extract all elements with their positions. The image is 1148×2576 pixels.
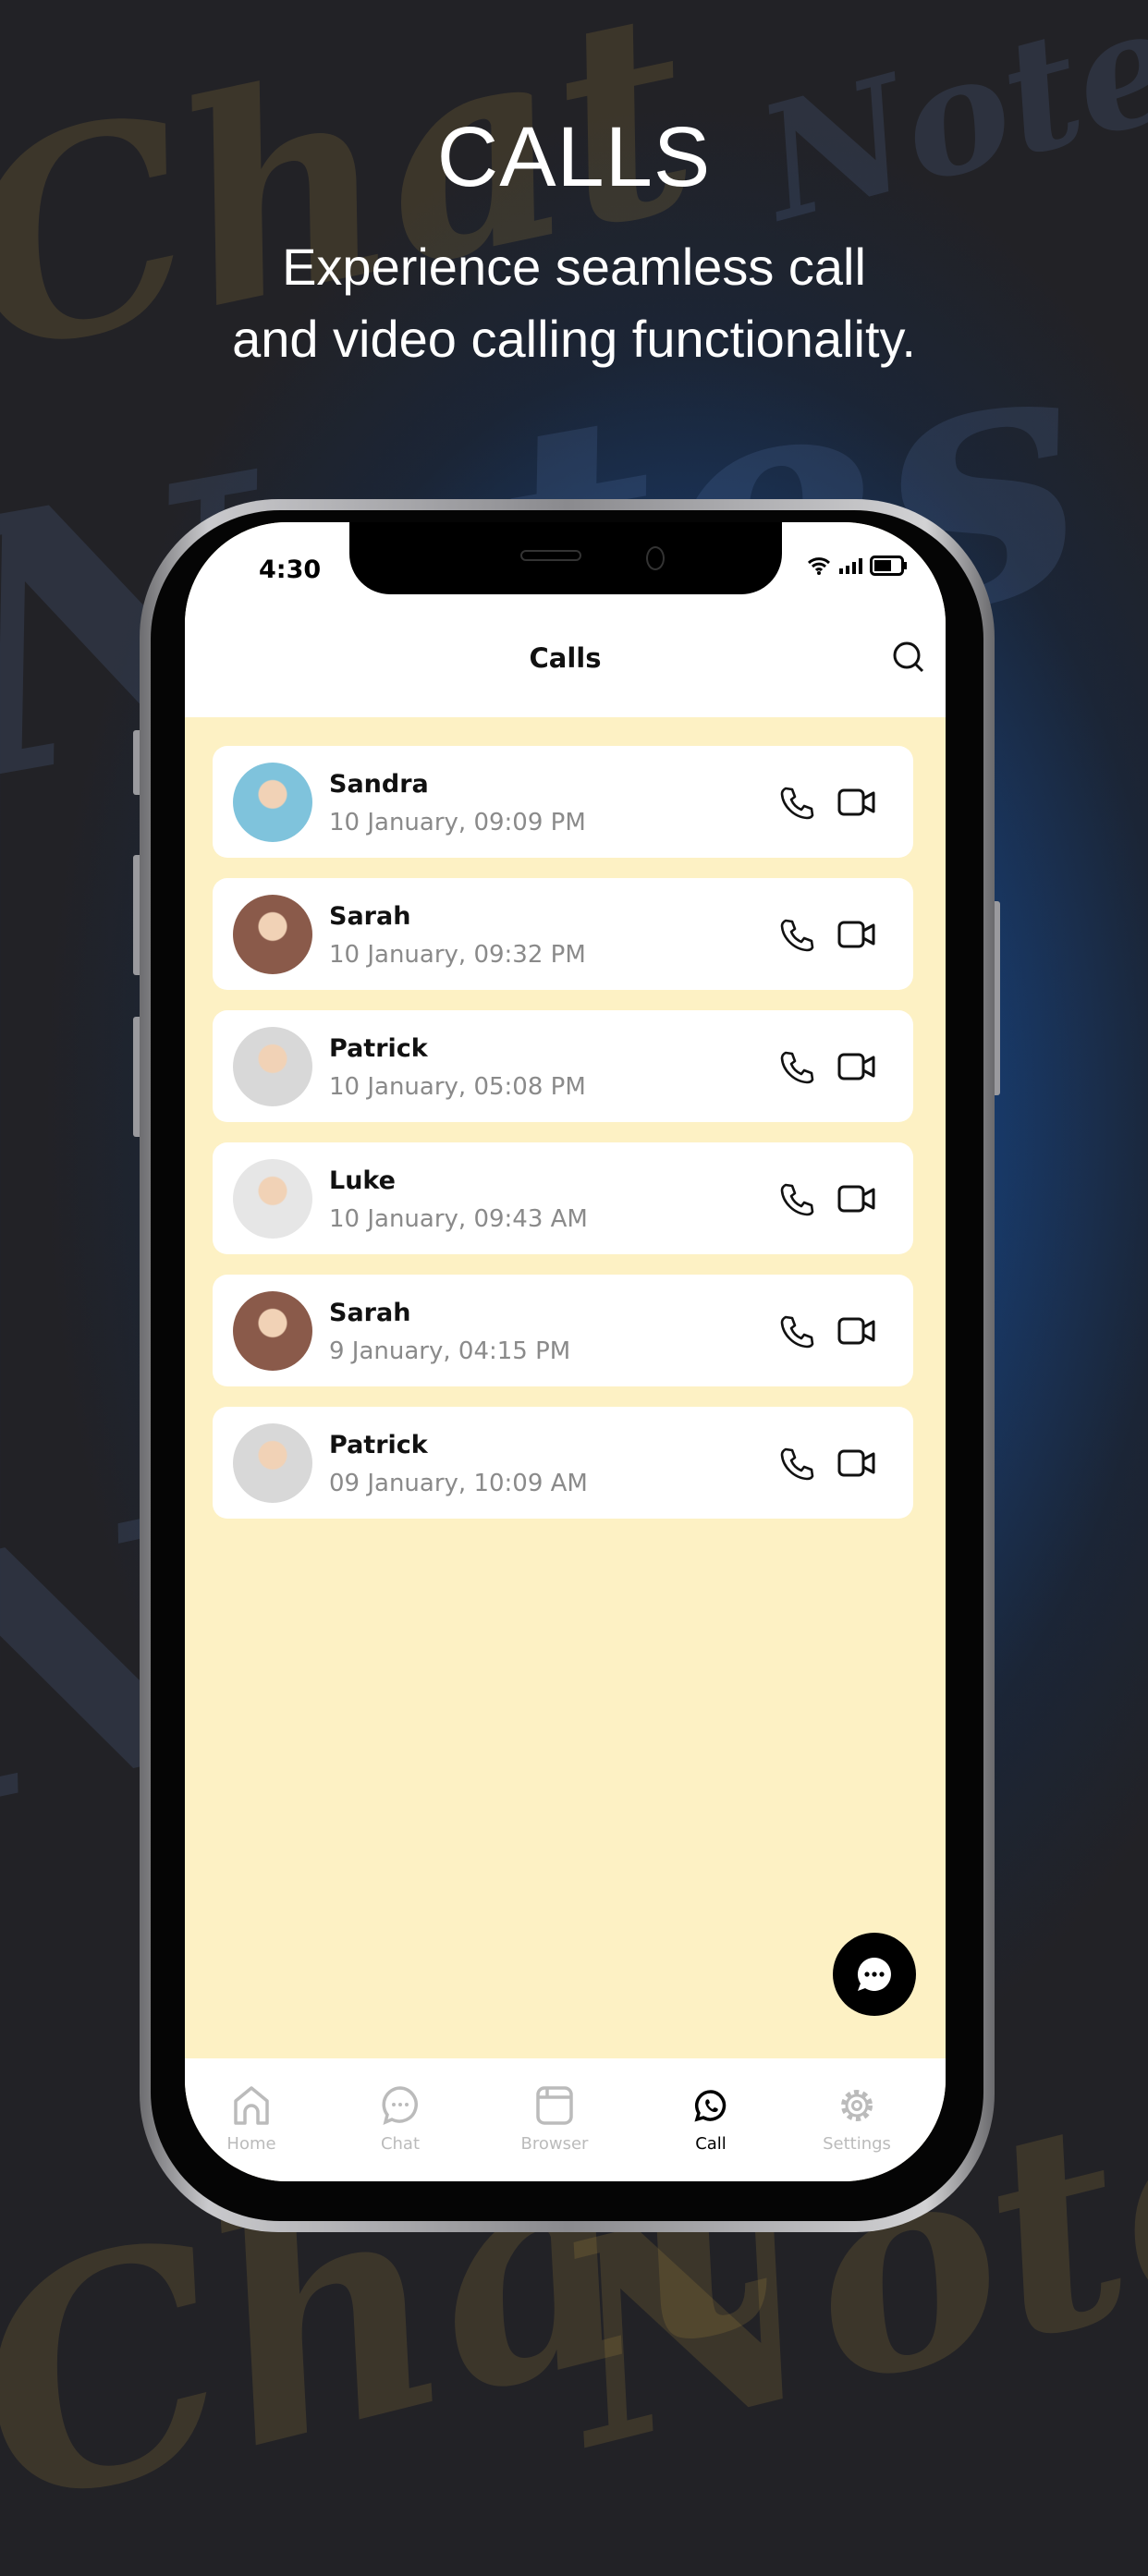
- hero-title: CALLS: [436, 110, 712, 204]
- video-call-icon[interactable]: [837, 1051, 876, 1082]
- contact-name: Sarah: [329, 1299, 411, 1327]
- gear-icon: [841, 2090, 873, 2121]
- contact-name: Luke: [329, 1166, 396, 1195]
- video-call-icon[interactable]: [837, 787, 876, 818]
- wifi-icon: [807, 557, 831, 575]
- avatar: [233, 1027, 312, 1106]
- contact-name: Patrick: [329, 1431, 428, 1459]
- home-icon: [234, 2086, 269, 2125]
- call-time: 10 January, 09:43 AM: [329, 1205, 588, 1233]
- phone-call-icon[interactable]: [778, 785, 815, 822]
- call-time: 10 January, 09:32 PM: [329, 941, 586, 969]
- video-call-icon[interactable]: [837, 919, 876, 950]
- call-list-item[interactable]: Patrick 09 January, 10:09 AM: [213, 1407, 913, 1519]
- call-list-item[interactable]: Sarah 10 January, 09:32 PM: [213, 878, 913, 990]
- contact-name: Sarah: [329, 902, 411, 931]
- phone-call-icon[interactable]: [778, 917, 815, 954]
- nav-label: Settings: [823, 2134, 891, 2154]
- call-list-item[interactable]: Sarah 9 January, 04:15 PM: [213, 1275, 913, 1386]
- video-call-icon[interactable]: [837, 1447, 876, 1479]
- call-list-item[interactable]: Luke 10 January, 09:43 AM: [213, 1142, 913, 1254]
- new-chat-fab[interactable]: [833, 1933, 916, 2016]
- nav-label: Chat: [380, 2134, 421, 2154]
- nav-browser[interactable]: Browser: [490, 2084, 619, 2154]
- page-title: Calls: [529, 642, 602, 674]
- video-call-icon[interactable]: [837, 1183, 876, 1215]
- status-time: 4:30: [259, 555, 322, 584]
- call-time: 09 January, 10:09 AM: [329, 1470, 588, 1497]
- video-call-icon[interactable]: [837, 1315, 876, 1347]
- avatar: [233, 763, 312, 842]
- chat-icon: [382, 2086, 418, 2125]
- avatar: [233, 895, 312, 974]
- avatar: [233, 1423, 312, 1503]
- nav-call[interactable]: Call: [646, 2084, 776, 2154]
- call-time: 9 January, 04:15 PM: [329, 1337, 571, 1365]
- call-time: 10 January, 05:08 PM: [329, 1073, 586, 1101]
- phone-screen: 4:30 Calls Sandra 10 January, 09:09 PM S…: [185, 522, 946, 2181]
- phone-call-icon[interactable]: [778, 1313, 815, 1350]
- bottom-nav: Home Chat Browser Call Settings: [185, 2058, 946, 2181]
- call-time: 10 January, 09:09 PM: [329, 809, 586, 836]
- chat-bubble-icon: [857, 1958, 891, 1991]
- hero-subtitle-line: and video calling functionality.: [232, 310, 916, 368]
- avatar: [233, 1291, 312, 1371]
- contact-name: Sandra: [329, 770, 429, 799]
- phone-call-icon[interactable]: [778, 1049, 815, 1086]
- nav-home[interactable]: Home: [187, 2084, 316, 2154]
- contact-name: Patrick: [329, 1034, 428, 1063]
- hero-subtitle: Experience seamless call and video calli…: [0, 231, 1148, 375]
- hero-subtitle-line: Experience seamless call: [282, 238, 866, 296]
- phone-call-icon[interactable]: [778, 1446, 815, 1483]
- search-icon[interactable]: [890, 639, 927, 676]
- status-icons: [807, 555, 909, 576]
- notch: [349, 522, 782, 594]
- whatsapp-call-icon: [694, 2090, 727, 2122]
- browser-icon: [536, 2086, 573, 2125]
- avatar: [233, 1159, 312, 1239]
- phone-call-icon[interactable]: [778, 1181, 815, 1218]
- signal-icon: [839, 558, 862, 574]
- nav-chat[interactable]: Chat: [336, 2084, 465, 2154]
- battery-icon: [870, 555, 907, 576]
- nav-settings[interactable]: Settings: [792, 2084, 922, 2154]
- nav-label: Call: [695, 2134, 727, 2154]
- nav-label: Home: [226, 2134, 276, 2154]
- call-list-item[interactable]: Patrick 10 January, 05:08 PM: [213, 1010, 913, 1122]
- call-list-item[interactable]: Sandra 10 January, 09:09 PM: [213, 746, 913, 858]
- nav-label: Browser: [520, 2134, 589, 2154]
